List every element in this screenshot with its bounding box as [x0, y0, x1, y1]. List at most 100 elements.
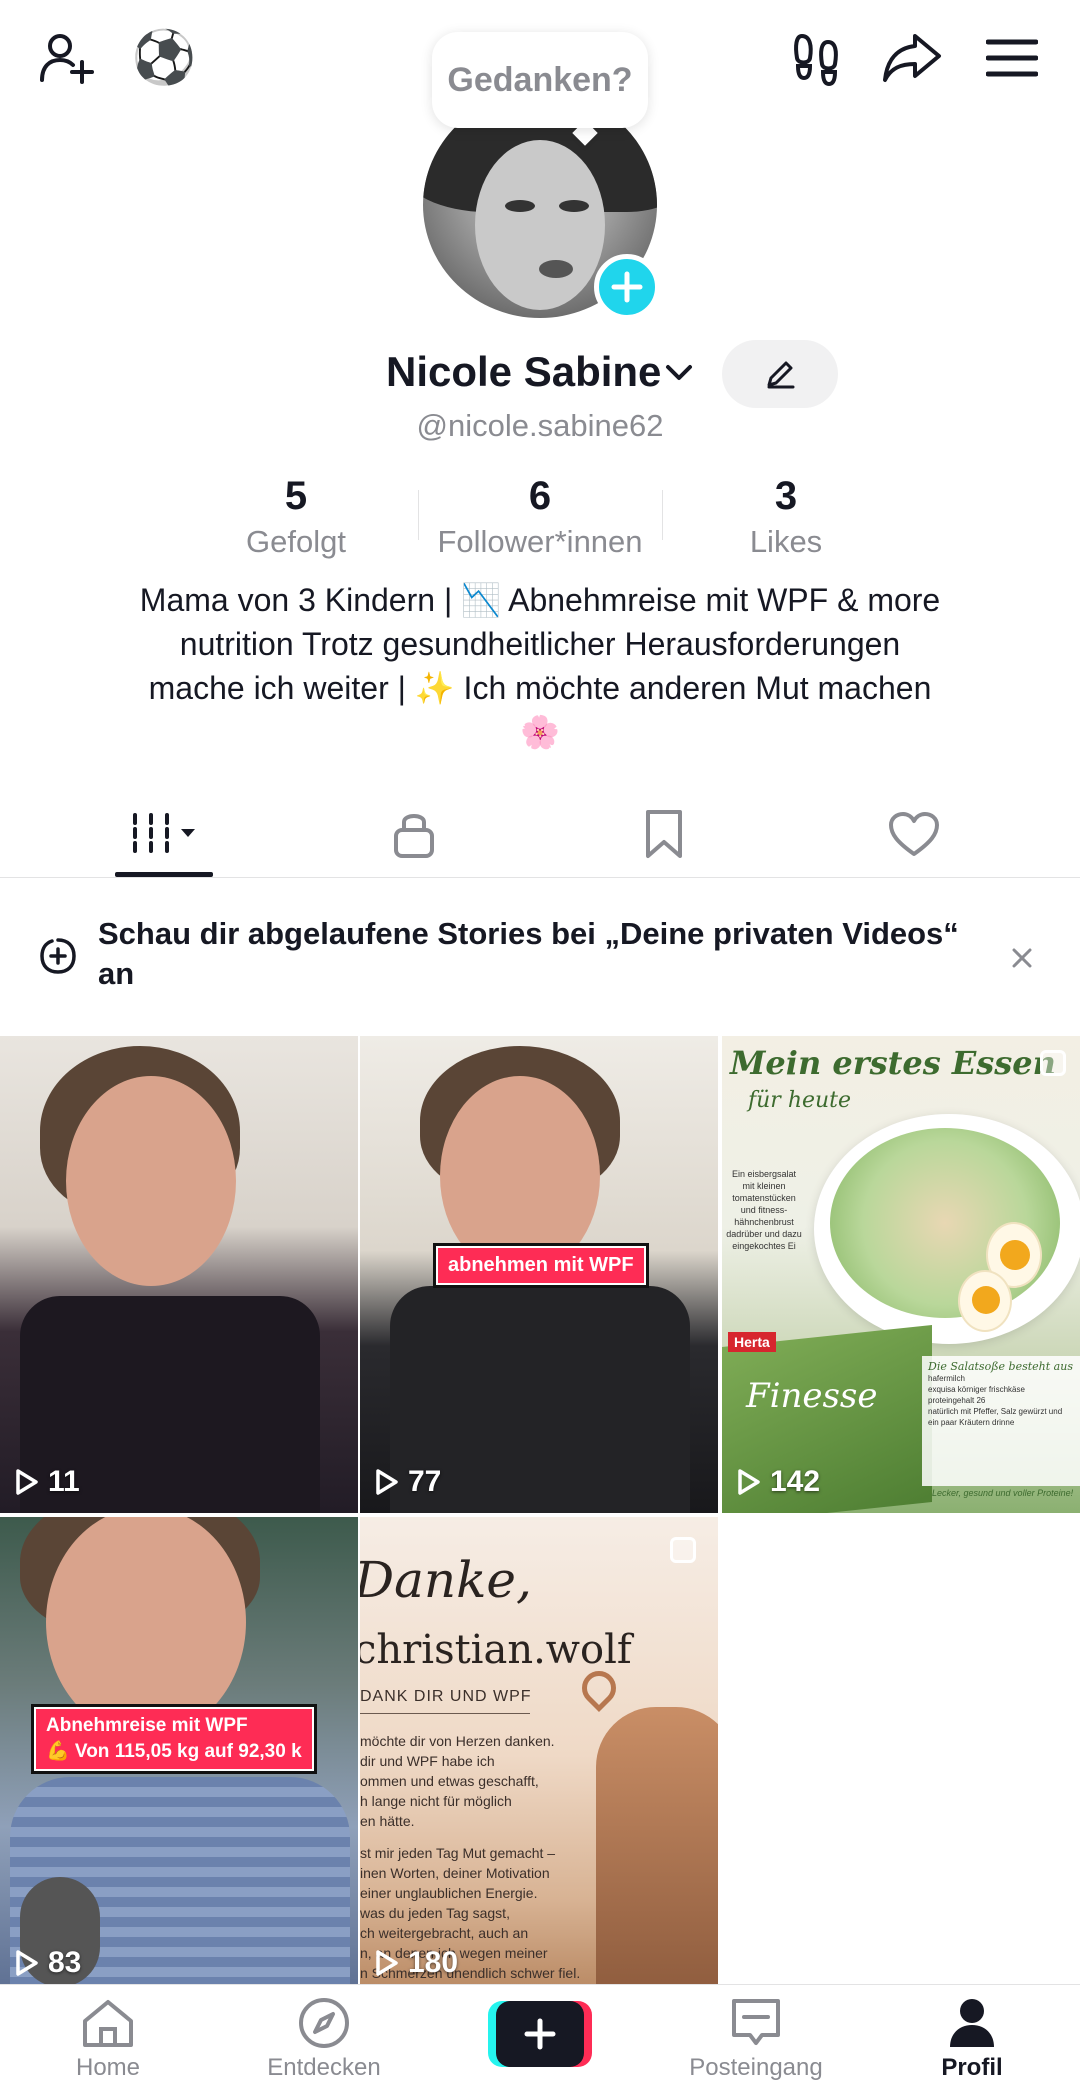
stat-likes[interactable]: 3 Likes	[666, 470, 906, 562]
view-count-value: 83	[48, 1946, 82, 1979]
add-person-icon	[40, 34, 94, 84]
multi-image-icon	[670, 1537, 696, 1563]
profile-icon	[950, 1999, 994, 2047]
nav-home[interactable]: Home	[8, 1993, 208, 2083]
avatar-lips	[539, 260, 573, 278]
thumb-face	[46, 1517, 246, 1737]
plus-icon	[611, 271, 643, 303]
stat-divider	[662, 490, 663, 540]
nav-discover[interactable]: Entdecken	[224, 1993, 424, 2083]
multi-image-icon	[1040, 1050, 1066, 1076]
share-arrow-icon	[883, 34, 941, 82]
note-item: proteingehalt 26	[928, 1396, 986, 1405]
post-text-line: h lange nicht für möglich	[360, 1793, 512, 1809]
view-count: 11	[14, 1465, 80, 1499]
stat-value: 6	[528, 474, 552, 518]
video-thumbnail[interactable]: Abnehmreise mit WPF 💪 Von 115,05 kg auf …	[0, 1517, 358, 1994]
tab-saved[interactable]	[614, 790, 714, 878]
pencil-icon	[767, 361, 795, 389]
note-title: Die Salatsoße besteht aus	[928, 1360, 1073, 1373]
inbox-icon-wrap	[656, 1993, 856, 2053]
thought-bubble[interactable]: Gedanken?	[432, 32, 648, 128]
nav-label: Profil	[941, 2054, 1003, 2081]
brand-label: Herta	[728, 1332, 776, 1352]
stat-value: 3	[774, 474, 798, 518]
post-subtitle: für heute	[748, 1088, 852, 1113]
profile-stats: 5 Gefolgt 6 Follower*innen 3 Likes	[0, 470, 1080, 570]
stat-followers[interactable]: 6 Follower*innen	[420, 470, 660, 562]
add-story-button[interactable]	[594, 254, 660, 320]
footprints-icon	[794, 33, 838, 86]
caption-line: Abnehmreise mit WPF	[46, 1715, 248, 1736]
add-friend-button[interactable]	[30, 22, 102, 94]
profile-views-button[interactable]	[780, 22, 852, 94]
profile-icon-wrap	[872, 1993, 1072, 2053]
tab-liked[interactable]	[864, 790, 964, 878]
home-icon-wrap	[8, 1993, 208, 2053]
tab-videos[interactable]	[114, 790, 214, 878]
bio-line: Mama von 3 Kindern | 📉 Abnehmreise mit W…	[139, 582, 941, 618]
avatar-face	[475, 140, 605, 310]
play-icon	[376, 1950, 398, 1976]
tab-private[interactable]	[364, 790, 464, 878]
post-title: Mein erstes Essen	[730, 1044, 1056, 1082]
nav-label: Entdecken	[267, 2054, 381, 2081]
stat-following[interactable]: 5 Gefolgt	[176, 470, 416, 562]
post-title: Danke,	[360, 1551, 532, 1609]
view-count-value: 77	[408, 1465, 442, 1498]
compass-icon	[299, 1998, 349, 2048]
post-text-line: einer unglaublichen Energie.	[360, 1885, 538, 1901]
play-icon	[16, 1950, 38, 1976]
soccer-ball-icon[interactable]: ⚽	[128, 22, 200, 94]
avatar-eye	[559, 200, 589, 212]
close-icon	[1012, 948, 1032, 968]
play-icon	[738, 1469, 760, 1495]
post-footer: Lecker, gesund und voller Proteine!	[932, 1488, 1074, 1498]
note-item: natürlich mit Pfeffer, Salz gewürzt und …	[928, 1407, 1063, 1427]
stat-value: 5	[284, 474, 308, 518]
view-count: 180	[374, 1946, 458, 1980]
post-text-spacer	[360, 1831, 580, 1843]
bio-line: 🌸	[520, 714, 560, 750]
plus-icon	[524, 2018, 556, 2050]
caption-line: 💪 Von 115,05 kg auf 92,30 k	[46, 1741, 302, 1762]
lock-icon	[394, 814, 434, 858]
display-name[interactable]: Nicole Sabine	[386, 348, 661, 396]
nav-label: Posteingang	[689, 2054, 823, 2081]
view-count-value: 11	[48, 1465, 80, 1498]
heart-icon	[889, 812, 939, 856]
banner-close-button[interactable]	[1004, 940, 1040, 976]
story-add-icon	[40, 938, 76, 974]
bio-line: nutrition Trotz gesundheitlicher Herausf…	[179, 626, 901, 662]
share-profile-button[interactable]	[876, 22, 948, 94]
thought-bubble-text: Gedanken?	[447, 60, 633, 99]
video-thumbnail[interactable]: 11	[0, 1036, 358, 1513]
chevron-down-icon[interactable]	[664, 362, 694, 384]
product-name: Finesse	[746, 1376, 878, 1416]
video-thumbnail[interactable]: Mein erstes Essen für heute Ein eisbergs…	[722, 1036, 1080, 1513]
edit-profile-button[interactable]	[722, 340, 838, 408]
bio-line: mache ich weiter | ✨ Ich möchte anderen …	[148, 670, 932, 706]
salad	[830, 1128, 1060, 1318]
username-handle: @nicole.sabine62	[416, 408, 664, 443]
video-thumbnail[interactable]: abnehmen mit WPF 77	[360, 1036, 718, 1513]
divider	[360, 1713, 530, 1714]
banner-text: Schau dir abgelaufene Stories bei „Deine…	[98, 916, 959, 991]
view-count-value: 180	[408, 1946, 459, 1979]
thumb-silhouette	[596, 1707, 718, 1994]
create-button[interactable]	[488, 2001, 592, 2067]
nav-inbox[interactable]: Posteingang	[656, 1993, 856, 2083]
hamburger-menu-icon	[986, 39, 1038, 77]
post-sub: DANK DIR UND WPF	[360, 1688, 532, 1705]
nav-profile[interactable]: Profil	[872, 1993, 1072, 2083]
video-thumbnail[interactable]: Danke, christian.wolf DANK DIR UND WPF m…	[360, 1517, 718, 1994]
stories-banner[interactable]: Schau dir abgelaufene Stories bei „Deine…	[0, 900, 1080, 1010]
post-text-line: ommen und etwas geschafft,	[360, 1773, 539, 1789]
post-text-line: was du jeden Tag sagst,	[360, 1905, 510, 1921]
profile-tabs	[0, 790, 1080, 878]
post-side-text: Ein eisbergsalat mit kleinen tomatenstüc…	[726, 1169, 802, 1251]
nav-label: Home	[75, 2054, 141, 2081]
stat-divider	[418, 490, 419, 540]
menu-button[interactable]	[976, 22, 1048, 94]
post-text-line: inen Worten, deiner Motivation	[360, 1865, 550, 1881]
